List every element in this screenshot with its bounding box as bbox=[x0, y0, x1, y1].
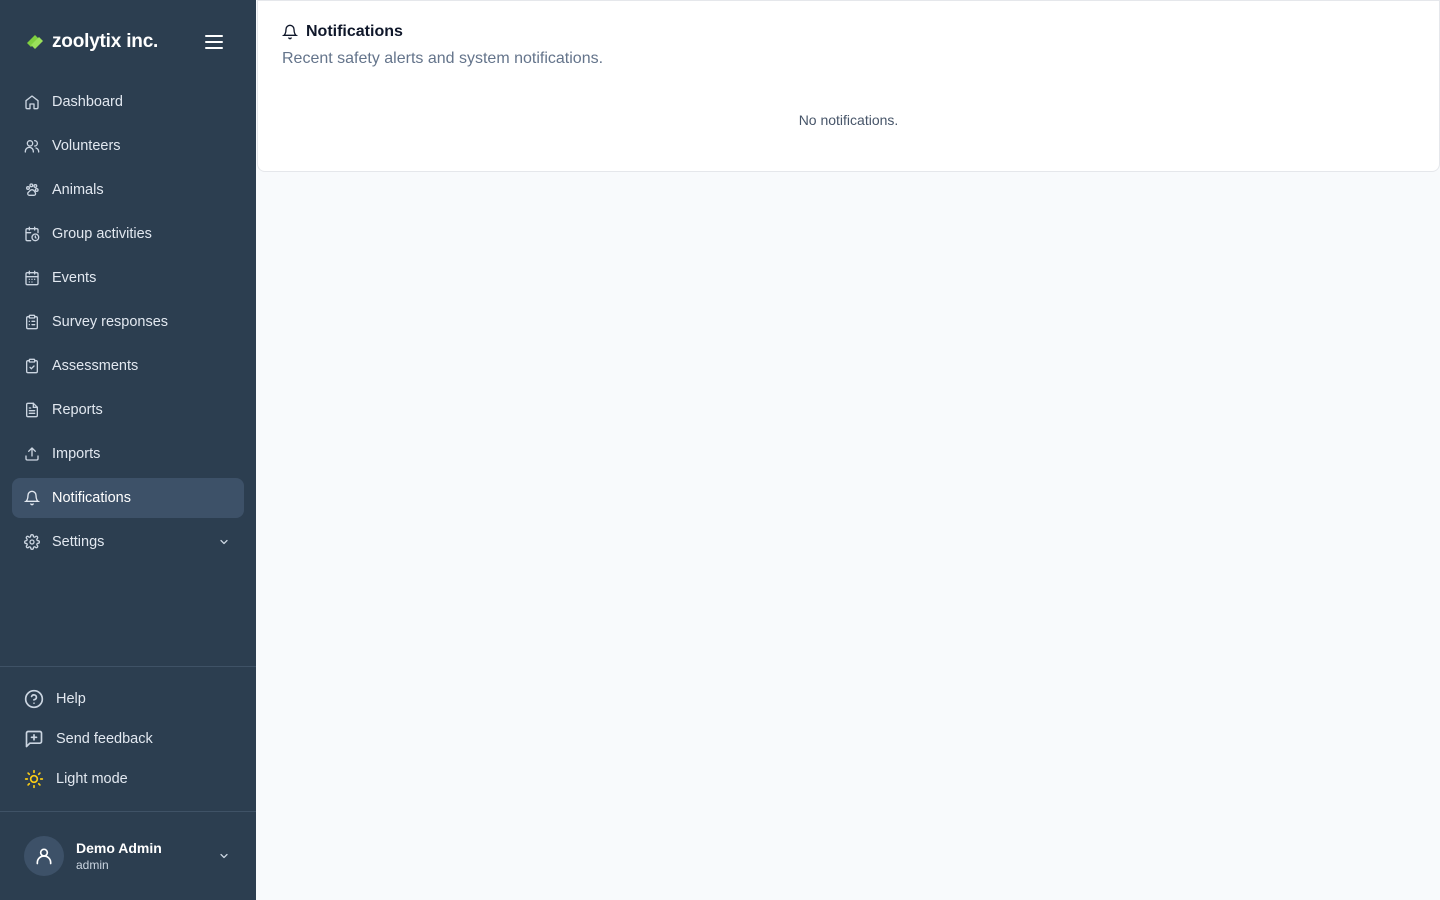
user-icon bbox=[36, 848, 52, 865]
nav-item-notifications[interactable]: Notifications bbox=[12, 478, 244, 518]
nav-item-label: Group activities bbox=[52, 226, 152, 242]
nav-item-label: Imports bbox=[52, 446, 101, 462]
theme-toggle[interactable]: Light mode bbox=[24, 759, 232, 799]
nav-item-label: Notifications bbox=[52, 490, 131, 506]
notifications-card: Notifications Recent safety alerts and s… bbox=[257, 0, 1440, 172]
menu-toggle-button[interactable] bbox=[202, 30, 226, 54]
sidebar: zoolytix inc. Dashboard Volunteers Anima… bbox=[0, 0, 256, 900]
nav-item-label: Survey responses bbox=[52, 314, 169, 330]
nav-item-label: Dashboard bbox=[52, 94, 123, 110]
hamburger-icon bbox=[205, 35, 223, 49]
users-icon bbox=[24, 138, 40, 154]
sun-icon bbox=[24, 769, 44, 789]
help-link[interactable]: Help bbox=[24, 679, 232, 719]
nav-item-dashboard[interactable]: Dashboard bbox=[12, 82, 244, 122]
nav-item-animals[interactable]: Animals bbox=[12, 170, 244, 210]
gear-icon bbox=[24, 534, 40, 550]
user-menu[interactable]: Demo Admin admin bbox=[24, 836, 240, 876]
upload-icon bbox=[24, 446, 40, 462]
help-circle-icon bbox=[24, 689, 44, 709]
nav-item-label: Events bbox=[52, 270, 97, 286]
brand-name: zoolytix inc. bbox=[52, 31, 159, 52]
nav-item-settings[interactable]: Settings bbox=[12, 522, 244, 562]
avatar bbox=[24, 836, 64, 876]
file-text-icon bbox=[24, 402, 40, 418]
calendar-clock-icon bbox=[24, 226, 40, 242]
nav-item-assessments[interactable]: Assessments bbox=[12, 346, 244, 386]
nav-item-label: Settings bbox=[52, 534, 105, 550]
paw-icon bbox=[24, 182, 40, 198]
nav-item-group-activities[interactable]: Group activities bbox=[12, 214, 244, 254]
help-label: Help bbox=[56, 691, 86, 707]
bell-icon bbox=[24, 490, 40, 506]
empty-state-message: No notifications. bbox=[798, 112, 899, 128]
nav-item-events[interactable]: Events bbox=[12, 258, 244, 298]
message-plus-icon bbox=[24, 729, 44, 749]
nav-item-label: Volunteers bbox=[52, 138, 121, 154]
nav-item-imports[interactable]: Imports bbox=[12, 434, 244, 474]
sidebar-nav: Dashboard Volunteers Animals Group activ… bbox=[12, 82, 244, 566]
page-title: Notifications bbox=[306, 23, 403, 40]
sidebar-divider bbox=[0, 811, 256, 812]
nav-item-label: Animals bbox=[52, 182, 104, 198]
nav-item-reports[interactable]: Reports bbox=[12, 390, 244, 430]
nav-item-survey-responses[interactable]: Survey responses bbox=[12, 302, 244, 342]
nav-item-label: Assessments bbox=[52, 358, 139, 374]
card-header: Notifications bbox=[282, 23, 403, 41]
bell-icon bbox=[282, 24, 298, 40]
user-name: Demo Admin bbox=[76, 840, 162, 856]
chevron-down-icon bbox=[216, 848, 232, 864]
chevron-down-icon bbox=[216, 534, 232, 550]
user-role: admin bbox=[76, 858, 109, 872]
nav-item-volunteers[interactable]: Volunteers bbox=[12, 126, 244, 166]
theme-label: Light mode bbox=[56, 771, 128, 787]
sidebar-footer-links: Help Send feedback Light mode bbox=[24, 679, 232, 799]
brand[interactable]: zoolytix inc. bbox=[24, 28, 158, 56]
brand-logo-icon bbox=[24, 30, 48, 54]
send-feedback-label: Send feedback bbox=[56, 731, 153, 747]
clipboard-list-icon bbox=[24, 314, 40, 330]
home-icon bbox=[24, 94, 40, 110]
page-subtitle: Recent safety alerts and system notifica… bbox=[282, 50, 604, 67]
nav-item-label: Reports bbox=[52, 402, 103, 418]
sidebar-divider bbox=[0, 666, 256, 667]
send-feedback-link[interactable]: Send feedback bbox=[24, 719, 232, 759]
calendar-icon bbox=[24, 270, 40, 286]
clipboard-check-icon bbox=[24, 358, 40, 374]
